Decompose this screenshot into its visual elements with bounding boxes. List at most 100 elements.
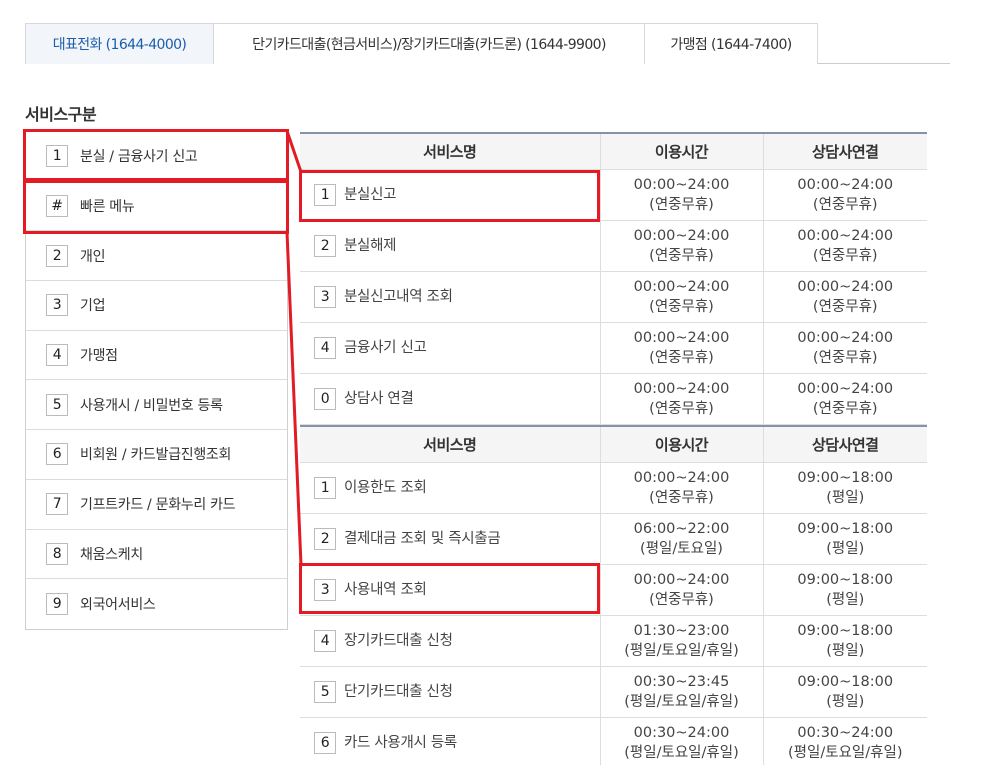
agent-time: 09:00~18:00 [797, 622, 894, 639]
agent-days: (평일) [826, 489, 865, 506]
menu-number: 6 [46, 443, 68, 466]
agent-time: 00:00~24:00 [797, 278, 894, 295]
service-name: 분실신고 [344, 186, 397, 203]
usage-time: 00:00~24:00 [633, 176, 730, 193]
usage-time-cell: 00:00~24:00 (연중무휴) [599, 373, 763, 425]
menu-item-personal[interactable]: 2 개인 [26, 231, 287, 282]
usage-time-cell: 00:30~23:45 (평일/토요일/휴일) [599, 666, 763, 718]
header-agent-connect: 상담사연결 [762, 426, 927, 463]
service-cell: 5 단기카드대출 신청 [300, 666, 600, 718]
table-row: 5 단기카드대출 신청 00:30~23:45 (평일/토요일/휴일) 09:00~… [300, 666, 927, 718]
menu-item-gift-card[interactable]: 7 기프트카드 / 문화누리 카드 [26, 480, 287, 530]
table-row: 1 이용한도 조회 00:00~24:00 (연중무휴) 09:00~18:00 (평… [300, 462, 927, 514]
tab-merchant-phone[interactable]: 가맹점 (1644-7400) [644, 23, 818, 64]
agent-days: (평일) [826, 693, 865, 710]
usage-time-cell: 00:00~24:00 (연중무휴) [599, 220, 763, 272]
service-number: 0 [314, 387, 336, 410]
table-row: 2 결제대금 조회 및 즉시출금 06:00~22:00 (평일/토요일) 09:0… [300, 513, 927, 565]
agent-days: (평일) [826, 540, 865, 557]
service-cell: 2 결제대금 조회 및 즉시출금 [300, 513, 600, 565]
menu-item-activation-password[interactable]: 5 사용개시 / 비밀번호 등록 [26, 380, 287, 431]
menu-label: 채움스케치 [80, 546, 143, 563]
table-row: 2 분실해제 00:00~24:00 (연중무휴) 00:00~24:00 (연중무휴… [300, 220, 927, 272]
header-usage-time: 이용시간 [599, 133, 763, 170]
usage-days: (연중무휴) [649, 298, 714, 315]
menu-item-sketch[interactable]: 8 채움스케치 [26, 530, 287, 580]
table-row: 0 상담사 연결 00:00~24:00 (연중무휴) 00:00~24:00 (연중… [300, 373, 927, 425]
menu-label: 분실 / 금융사기 신고 [80, 149, 198, 166]
agent-days: (평일/토요일/휴일) [788, 744, 903, 761]
section-title: 서비스구분 [25, 105, 97, 124]
menu-item-business[interactable]: 3 기업 [26, 281, 287, 331]
usage-days: (연중무휴) [649, 591, 714, 608]
service-name: 결제대금 조회 및 즉시출금 [344, 530, 501, 547]
menu-item-merchant[interactable]: 4 가맹점 [26, 331, 287, 381]
header-service-name: 서비스명 [300, 426, 600, 463]
header-usage-time: 이용시간 [599, 426, 763, 463]
agent-time-cell: 00:30~24:00 (평일/토요일/휴일) [762, 717, 927, 765]
usage-time: 00:00~24:00 [633, 571, 730, 588]
agent-days: (연중무휴) [812, 247, 878, 264]
usage-time-cell: 00:00~24:00 (연중무휴) [599, 169, 763, 221]
service-cell: 2 분실해제 [300, 220, 600, 272]
menu-label: 빠른 메뉴 [80, 199, 135, 216]
usage-days: (연중무휴) [649, 349, 714, 366]
service-cell: 3 사용내역 조회 [300, 564, 600, 616]
menu-number: # [46, 195, 68, 218]
service-table-personal: 서비스명 이용시간 상담사연결 1 이용한도 조회 00:00~24:00 (연중무… [300, 425, 927, 765]
service-number: 2 [314, 234, 336, 257]
service-name: 장기카드대출 신청 [344, 632, 453, 649]
menu-number: 1 [46, 145, 68, 168]
agent-days: (연중무휴) [812, 400, 878, 417]
menu-label: 비회원 / 카드발급진행조회 [80, 447, 232, 464]
agent-time-cell: 00:00~24:00 (연중무휴) [762, 322, 927, 374]
agent-time-cell: 09:00~18:00 (평일) [762, 615, 927, 667]
table-row: 1 분실신고 00:00~24:00 (연중무휴) 00:00~24:00 (연중무휴… [300, 169, 927, 221]
service-number: 1 [314, 476, 336, 499]
usage-days: (연중무휴) [649, 400, 714, 417]
tab-main-phone[interactable]: 대표전화 (1644-4000) [25, 23, 214, 64]
menu-number: 9 [46, 593, 68, 616]
agent-time-cell: 09:00~18:00 (평일) [762, 462, 927, 514]
agent-time-cell: 09:00~18:00 (평일) [762, 513, 927, 565]
service-cell: 6 카드 사용개시 등록 [300, 717, 600, 765]
agent-days: (연중무휴) [812, 196, 878, 213]
usage-days: (평일/토요일/휴일) [624, 744, 739, 761]
menu-number: 3 [46, 294, 68, 317]
table-row: 4 금융사기 신고 00:00~24:00 (연중무휴) 00:00~24:00 (연… [300, 322, 927, 374]
service-cell: 0 상담사 연결 [300, 373, 600, 425]
service-number: 1 [314, 183, 336, 206]
service-cell: 4 금융사기 신고 [300, 322, 600, 374]
menu-number: 7 [46, 493, 68, 516]
usage-time-cell: 00:00~24:00 (연중무휴) [599, 271, 763, 323]
tab-card-loan-phone[interactable]: 단기카드대출(현금서비스)/장기카드대출(카드론) (1644-9900) [213, 23, 645, 64]
usage-time: 00:00~24:00 [633, 278, 730, 295]
service-cell: 3 분실신고내역 조회 [300, 271, 600, 323]
menu-label: 기업 [80, 298, 106, 315]
service-name: 단기카드대출 신청 [344, 683, 453, 700]
service-name: 분실신고내역 조회 [344, 288, 453, 305]
service-number: 5 [314, 680, 336, 703]
menu-item-quick-menu[interactable]: # 빠른 메뉴 [26, 182, 287, 232]
usage-days: (연중무휴) [649, 489, 714, 506]
agent-time: 09:00~18:00 [797, 469, 894, 486]
service-number: 4 [314, 629, 336, 652]
service-category-menu: 1 분실 / 금융사기 신고 # 빠른 메뉴 2 개인 3 기업 4 가맹점 5 사용개시 … [25, 131, 288, 630]
usage-time: 00:00~24:00 [633, 469, 730, 486]
service-number: 4 [314, 336, 336, 359]
menu-label: 개인 [80, 248, 106, 265]
menu-item-loss-fraud[interactable]: 1 분실 / 금융사기 신고 [26, 132, 287, 182]
usage-time-cell: 06:00~22:00 (평일/토요일) [599, 513, 763, 565]
table-header-row: 서비스명 이용시간 상담사연결 [300, 426, 927, 463]
service-cell: 1 분실신고 [300, 169, 600, 221]
menu-item-nonmember[interactable]: 6 비회원 / 카드발급진행조회 [26, 430, 287, 480]
service-name: 이용한도 조회 [344, 479, 427, 496]
menu-label: 가맹점 [80, 348, 118, 365]
agent-days: (연중무휴) [812, 349, 878, 366]
menu-item-foreign-language[interactable]: 9 외국어서비스 [26, 579, 287, 629]
agent-days: (평일) [826, 642, 865, 659]
usage-time: 06:00~22:00 [633, 520, 730, 537]
agent-time: 09:00~18:00 [797, 520, 894, 537]
usage-days: (연중무휴) [649, 247, 714, 264]
service-number: 2 [314, 527, 336, 550]
